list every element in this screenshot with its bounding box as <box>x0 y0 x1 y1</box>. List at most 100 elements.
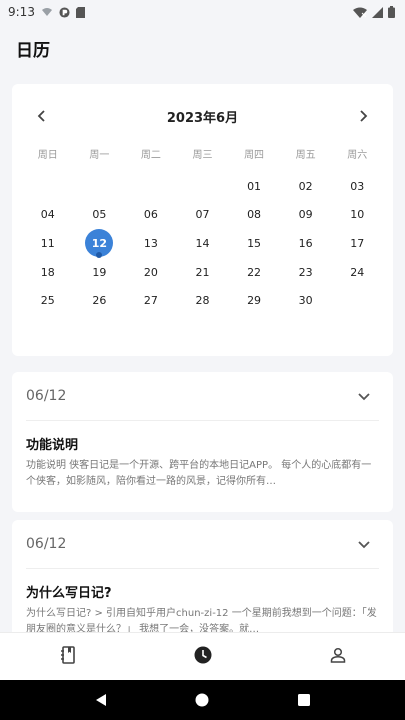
calendar-day[interactable]: 21 <box>177 258 229 287</box>
calendar-day-number: 11 <box>40 236 55 250</box>
calendar-day-number: 27 <box>143 294 158 308</box>
system-nav-bar <box>0 680 405 720</box>
calendar-day[interactable]: 14 <box>177 229 229 258</box>
calendar-day[interactable]: 19 <box>74 258 126 287</box>
calendar-day[interactable]: 07 <box>177 201 229 230</box>
calendar-day-number: 19 <box>92 265 107 279</box>
calendar-day[interactable]: 26 <box>74 286 126 315</box>
calendar-day[interactable]: 09 <box>280 201 332 230</box>
calendar-day-number: 10 <box>350 208 365 222</box>
calendar-day[interactable]: 18 <box>22 258 74 287</box>
tab-profile[interactable] <box>308 633 368 681</box>
weekday-label: 周三 <box>192 150 213 161</box>
calendar-day[interactable]: 25 <box>22 286 74 315</box>
calendar-day[interactable]: 15 <box>228 229 280 258</box>
calendar-day-number: 30 <box>298 294 313 308</box>
entry-date: 06/12 <box>26 388 67 404</box>
diary-entry-card[interactable]: 06/12 功能说明 功能说明 侠客日记是一个开源、跨平台的本地日记APP。 每… <box>12 372 393 512</box>
calendar-day[interactable]: 06 <box>125 201 177 230</box>
calendar-day[interactable]: 08 <box>228 201 280 230</box>
calendar-day-empty <box>22 172 74 201</box>
calendar-day[interactable]: 20 <box>125 258 177 287</box>
calendar-day[interactable]: 24 <box>331 258 383 287</box>
calendar-day[interactable]: 11 <box>22 229 74 258</box>
calendar-day[interactable]: 22 <box>228 258 280 287</box>
wifi-icon <box>353 7 367 18</box>
weekday-label: 周日 <box>37 150 58 161</box>
calendar-day-number: 21 <box>195 265 210 279</box>
calendar-day-selected[interactable]: 12 <box>74 229 126 258</box>
calendar-day-number: 02 <box>298 179 313 193</box>
person-icon <box>330 647 346 667</box>
notebook-icon <box>60 645 76 668</box>
calendar-day-empty <box>177 172 229 201</box>
calendar-day[interactable]: 10 <box>331 201 383 230</box>
calendar-day-number: 29 <box>247 294 262 308</box>
chevron-down-icon[interactable] <box>355 536 373 554</box>
calendar-day-empty <box>125 172 177 201</box>
calendar-day-number: 28 <box>195 294 210 308</box>
calendar-day[interactable]: 17 <box>331 229 383 258</box>
calendar-day[interactable]: 01 <box>228 172 280 201</box>
calendar-day-number: 09 <box>298 208 313 222</box>
signal-icon <box>372 6 383 18</box>
calendar-day-number: 07 <box>195 208 210 222</box>
calendar-day[interactable]: 03 <box>331 172 383 201</box>
entry-title: 功能说明 <box>26 438 79 453</box>
calendar-day-empty <box>74 172 126 201</box>
calendar-day-number: 08 <box>247 208 262 222</box>
divider <box>26 568 379 569</box>
clock-icon <box>194 646 212 668</box>
calendar-day-number: 18 <box>40 265 55 279</box>
weekday-label: 周五 <box>295 150 316 161</box>
chevron-right-icon[interactable] <box>353 106 373 126</box>
calendar-month-label: 2023年6月 <box>166 110 239 126</box>
weekday-label: 周一 <box>89 150 110 161</box>
calendar-day-number: 14 <box>195 236 210 250</box>
calendar-card: 2023年6月 周日 周一 周二 周三 周四 周五 周六 01 02 03 04 05 06 07 08 0… <box>12 84 393 356</box>
calendar-day-number: 17 <box>350 236 365 250</box>
entry-preview: 功能说明 侠客日记是一个开源、跨平台的本地日记APP。 每个人的心底都有一个侠客… <box>26 460 372 487</box>
calendar-day[interactable]: 04 <box>22 201 74 230</box>
calendar-day[interactable]: 30 <box>280 286 332 315</box>
tab-calendar[interactable] <box>173 633 233 681</box>
chevron-down-icon[interactable] <box>355 388 373 406</box>
calendar-day-number: 05 <box>92 208 107 222</box>
calendar-day[interactable]: 02 <box>280 172 332 201</box>
calendar-grid: 01 02 03 04 05 06 07 08 09 10 11 12 13 14 15 16 17 18 19 20… <box>22 172 383 315</box>
status-time: 9:13 <box>8 5 35 19</box>
calendar-day[interactable]: 16 <box>280 229 332 258</box>
calendar-day-number: 01 <box>247 179 262 193</box>
calendar-day[interactable]: 23 <box>280 258 332 287</box>
vpn-key-icon <box>59 6 70 18</box>
calendar-day-number: 23 <box>298 265 313 279</box>
entry-date: 06/12 <box>26 536 67 552</box>
calendar-day[interactable]: 29 <box>228 286 280 315</box>
calendar-day[interactable]: 13 <box>125 229 177 258</box>
home-icon[interactable] <box>187 685 217 715</box>
divider <box>26 420 379 421</box>
wifi-calling-icon <box>41 7 53 17</box>
calendar-day-number: 04 <box>40 208 55 222</box>
calendar-day[interactable]: 28 <box>177 286 229 315</box>
tab-diary[interactable] <box>38 633 98 681</box>
calendar-day[interactable]: 05 <box>74 201 126 230</box>
calendar-day-number: 13 <box>143 236 158 250</box>
weekday-label: 周四 <box>244 150 265 161</box>
bottom-nav <box>0 632 405 680</box>
weekday-label: 周二 <box>140 150 161 161</box>
calendar-day-number: 25 <box>40 294 55 308</box>
battery-icon <box>388 6 395 18</box>
weekday-row: 周日 周一 周二 周三 周四 周五 周六 <box>22 146 383 161</box>
calendar-day-number: 15 <box>247 236 262 250</box>
calendar-day-number: 16 <box>298 236 313 250</box>
weekday-label: 周六 <box>347 150 368 161</box>
chevron-left-icon[interactable] <box>32 106 52 126</box>
page-title: 日历 <box>16 41 50 61</box>
calendar-day-number: 22 <box>247 265 262 279</box>
calendar-day-number: 06 <box>143 208 158 222</box>
diary-entry-card[interactable]: 06/12 为什么写日记? 为什么写日记? > 引用自知乎用户chun-zi-1… <box>12 520 393 640</box>
recents-icon[interactable] <box>289 685 319 715</box>
calendar-day[interactable]: 27 <box>125 286 177 315</box>
back-icon[interactable] <box>86 685 116 715</box>
